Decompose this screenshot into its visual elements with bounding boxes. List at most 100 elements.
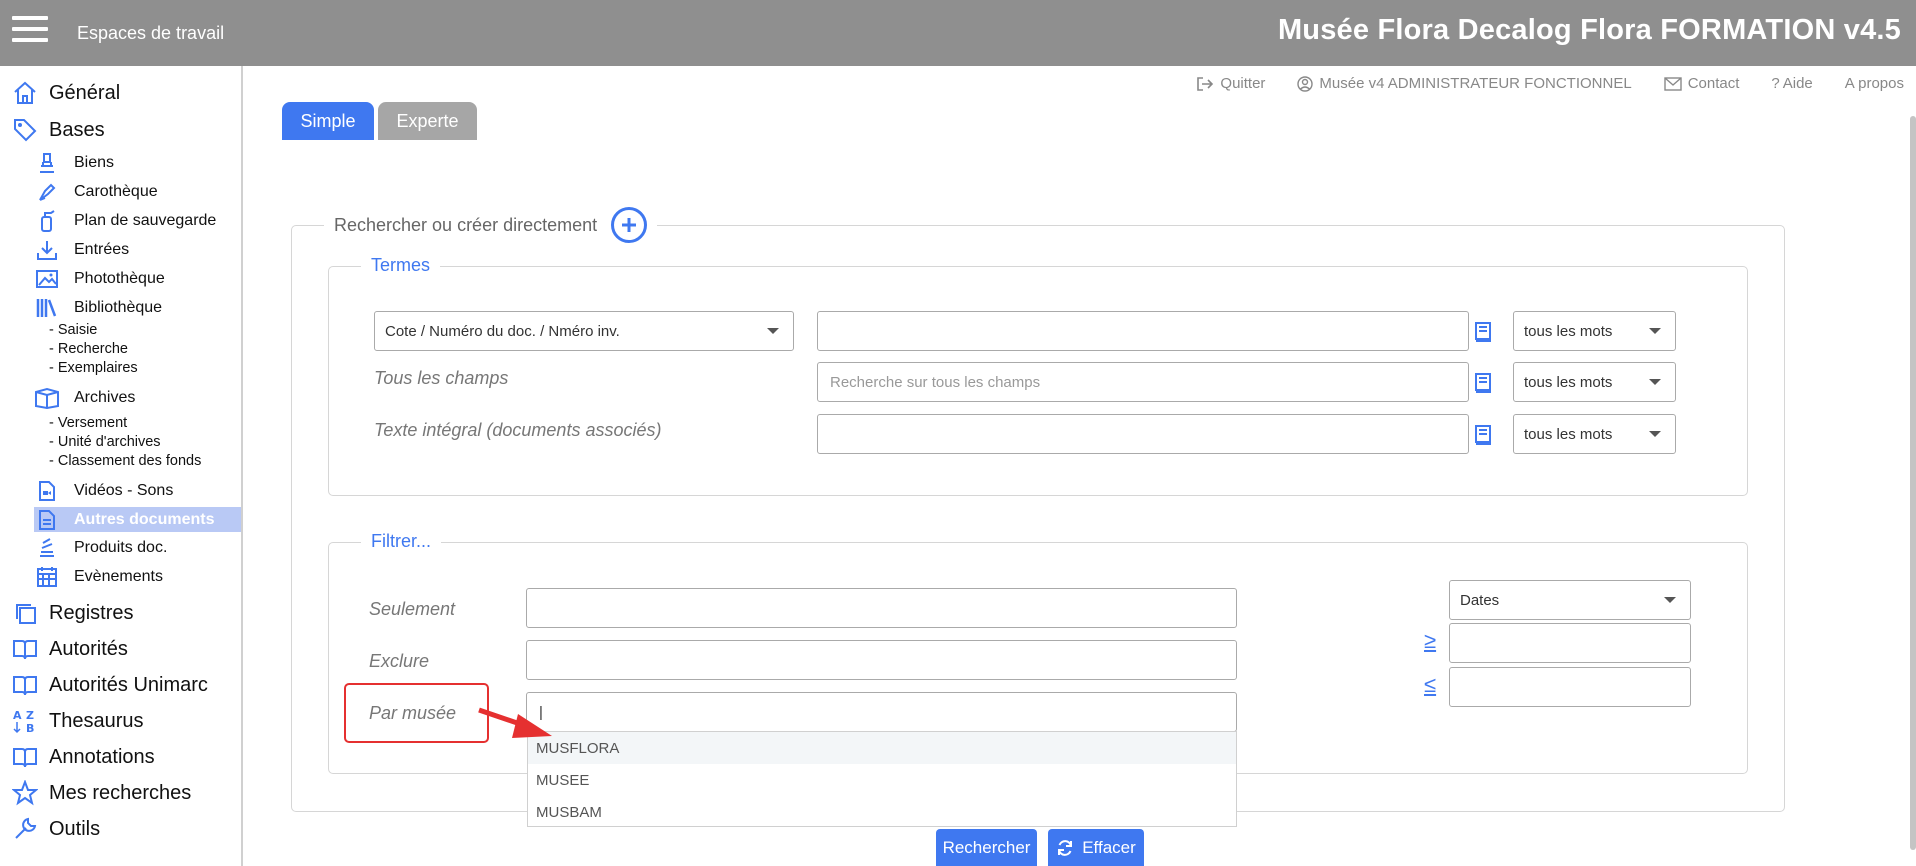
clear-button[interactable]: Effacer <box>1048 829 1144 866</box>
sidebar-item-autres-documents[interactable]: Autres documents <box>34 507 241 532</box>
mode-select-3[interactable]: tous les mots <box>1513 414 1676 454</box>
sidebar-item-unite-archives[interactable]: - Unité d'archives <box>49 434 161 450</box>
user-circle-icon <box>1297 75 1314 92</box>
app-title: Musée Flora Decalog Flora FORMATION v4.5 <box>1277 14 1901 46</box>
search-button[interactable]: Rechercher <box>936 829 1037 866</box>
document-icon <box>34 507 60 532</box>
sidebar-item-autorites[interactable]: Autorités <box>10 634 128 664</box>
sidebar-item-entrees[interactable]: Entrées <box>34 237 129 262</box>
video-file-icon <box>34 478 60 503</box>
field-select[interactable]: Cote / Numéro du doc. / Nméro inv. <box>374 311 794 351</box>
calendar-icon <box>34 564 60 589</box>
hamburger-menu-icon[interactable] <box>12 16 48 46</box>
filter-legend: Filtrer... <box>361 531 442 552</box>
contact-link[interactable]: Contact <box>1664 75 1739 92</box>
sidebar-item-general[interactable]: Général <box>10 78 120 108</box>
tab-experte[interactable]: Experte <box>378 102 477 140</box>
list-item[interactable]: MUSBAM <box>528 796 1236 828</box>
field-value-input[interactable] <box>817 311 1469 351</box>
sidebar-item-mes-recherches[interactable]: Mes recherches <box>10 778 191 808</box>
fulltext-input[interactable] <box>817 414 1469 454</box>
less-equal-symbol: ≤ <box>1424 672 1437 697</box>
sort-alpha-icon: AZB <box>10 706 40 736</box>
refresh-icon <box>1058 839 1073 856</box>
sidebar-item-versement[interactable]: - Versement <box>49 415 127 431</box>
fulltext-label: Texte intégral (documents associés) <box>374 420 662 440</box>
svg-text:A: A <box>13 709 22 722</box>
help-link[interactable]: ? Aide <box>1771 75 1812 92</box>
user-link[interactable]: Musée v4 ADMINISTRATEUR FONCTIONNEL <box>1297 75 1632 92</box>
sidebar: Général Bases Biens Carothèque Plan de s… <box>0 66 243 866</box>
sidebar-item-recherche[interactable]: - Recherche <box>49 341 128 357</box>
sidebar-item-biens[interactable]: Biens <box>34 150 114 175</box>
mode-select-1[interactable]: tous les mots <box>1513 311 1676 351</box>
exclure-label: Exclure <box>369 651 430 671</box>
star-icon <box>10 778 40 808</box>
sidebar-item-classement[interactable]: - Classement des fonds <box>49 453 201 469</box>
sidebar-item-archives[interactable]: Archives <box>34 385 135 410</box>
open-book-icon <box>10 670 40 700</box>
sidebar-item-exemplaires[interactable]: - Exemplaires <box>49 360 138 376</box>
lookup-book-icon[interactable] <box>1473 372 1493 394</box>
sidebar-item-saisie[interactable]: - Saisie <box>49 322 97 338</box>
exclure-input[interactable] <box>526 640 1237 680</box>
chevron-down-icon <box>767 328 779 334</box>
lookup-book-icon[interactable] <box>1473 424 1493 446</box>
red-arrow-icon <box>478 707 552 738</box>
date-to-input[interactable] <box>1449 667 1691 707</box>
greater-equal-symbol: ≥ <box>1424 628 1437 653</box>
sidebar-item-plan-sauvegarde[interactable]: Plan de sauvegarde <box>34 208 216 233</box>
image-icon <box>34 266 60 291</box>
chevron-down-icon <box>1664 597 1676 603</box>
top-links: Quitter Musée v4 ADMINISTRATEUR FONCTION… <box>1164 75 1904 92</box>
home-icon <box>10 78 40 108</box>
scrollbar[interactable] <box>1910 116 1916 850</box>
musee-autocomplete-list: MUSFLORA MUSEE MUSBAM <box>527 731 1237 827</box>
termes-legend: Termes <box>361 255 441 276</box>
svg-text:Z: Z <box>26 709 34 722</box>
sidebar-item-carotheque[interactable]: Carothèque <box>34 179 158 204</box>
list-item[interactable]: MUSEE <box>528 764 1236 796</box>
create-plus-button[interactable] <box>611 207 648 243</box>
sidebar-item-produits-doc[interactable]: Produits doc. <box>34 535 167 560</box>
dates-select[interactable]: Dates <box>1449 580 1691 620</box>
quit-link[interactable]: Quitter <box>1196 75 1265 92</box>
sign-out-icon <box>1197 76 1214 91</box>
books-icon <box>34 295 60 320</box>
sidebar-item-thesaurus[interactable]: AZB Thesaurus <box>10 706 144 736</box>
search-legend: Rechercher ou créer directement <box>324 205 658 245</box>
top-bar: Espaces de travail Musée Flora Decalog F… <box>0 0 1916 66</box>
tag-icon <box>10 115 40 145</box>
par-musee-input[interactable]: | <box>526 692 1237 732</box>
all-fields-label: Tous les champs <box>374 368 509 388</box>
date-from-input[interactable] <box>1449 623 1691 663</box>
sidebar-item-outils[interactable]: Outils <box>10 814 100 844</box>
open-book-icon <box>10 742 40 772</box>
sidebar-item-evenements[interactable]: Evènements <box>34 564 163 589</box>
seulement-input[interactable] <box>526 588 1237 628</box>
sidebar-item-videos-sons[interactable]: Vidéos - Sons <box>34 478 173 503</box>
download-tray-icon <box>34 237 60 262</box>
sidebar-item-registres[interactable]: Registres <box>10 598 133 628</box>
chevron-down-icon <box>1649 431 1661 437</box>
sidebar-item-bibliotheque[interactable]: Bibliothèque <box>34 295 162 320</box>
lookup-book-icon[interactable] <box>1473 321 1493 343</box>
list-item[interactable]: MUSFLORA <box>528 732 1236 764</box>
tab-simple[interactable]: Simple <box>282 102 374 140</box>
sidebar-item-annotations[interactable]: Annotations <box>10 742 155 772</box>
wrench-icon <box>10 814 40 844</box>
seulement-label: Seulement <box>369 599 456 619</box>
about-link[interactable]: A propos <box>1845 75 1904 92</box>
all-fields-input[interactable]: Recherche sur tous les champs <box>817 362 1469 402</box>
statue-icon <box>34 150 60 175</box>
fire-extinguisher-icon <box>34 208 60 233</box>
archive-box-icon <box>34 385 60 410</box>
sidebar-item-phototheque[interactable]: Photothèque <box>34 266 165 291</box>
sidebar-item-autorites-unimarc[interactable]: Autorités Unimarc <box>10 670 208 700</box>
workspaces-link[interactable]: Espaces de travail <box>77 23 224 44</box>
sidebar-item-bases[interactable]: Bases <box>10 115 105 145</box>
highlight-box <box>344 683 489 743</box>
mode-select-2[interactable]: tous les mots <box>1513 362 1676 402</box>
chevron-down-icon <box>1649 379 1661 385</box>
pen-icon <box>34 179 60 204</box>
